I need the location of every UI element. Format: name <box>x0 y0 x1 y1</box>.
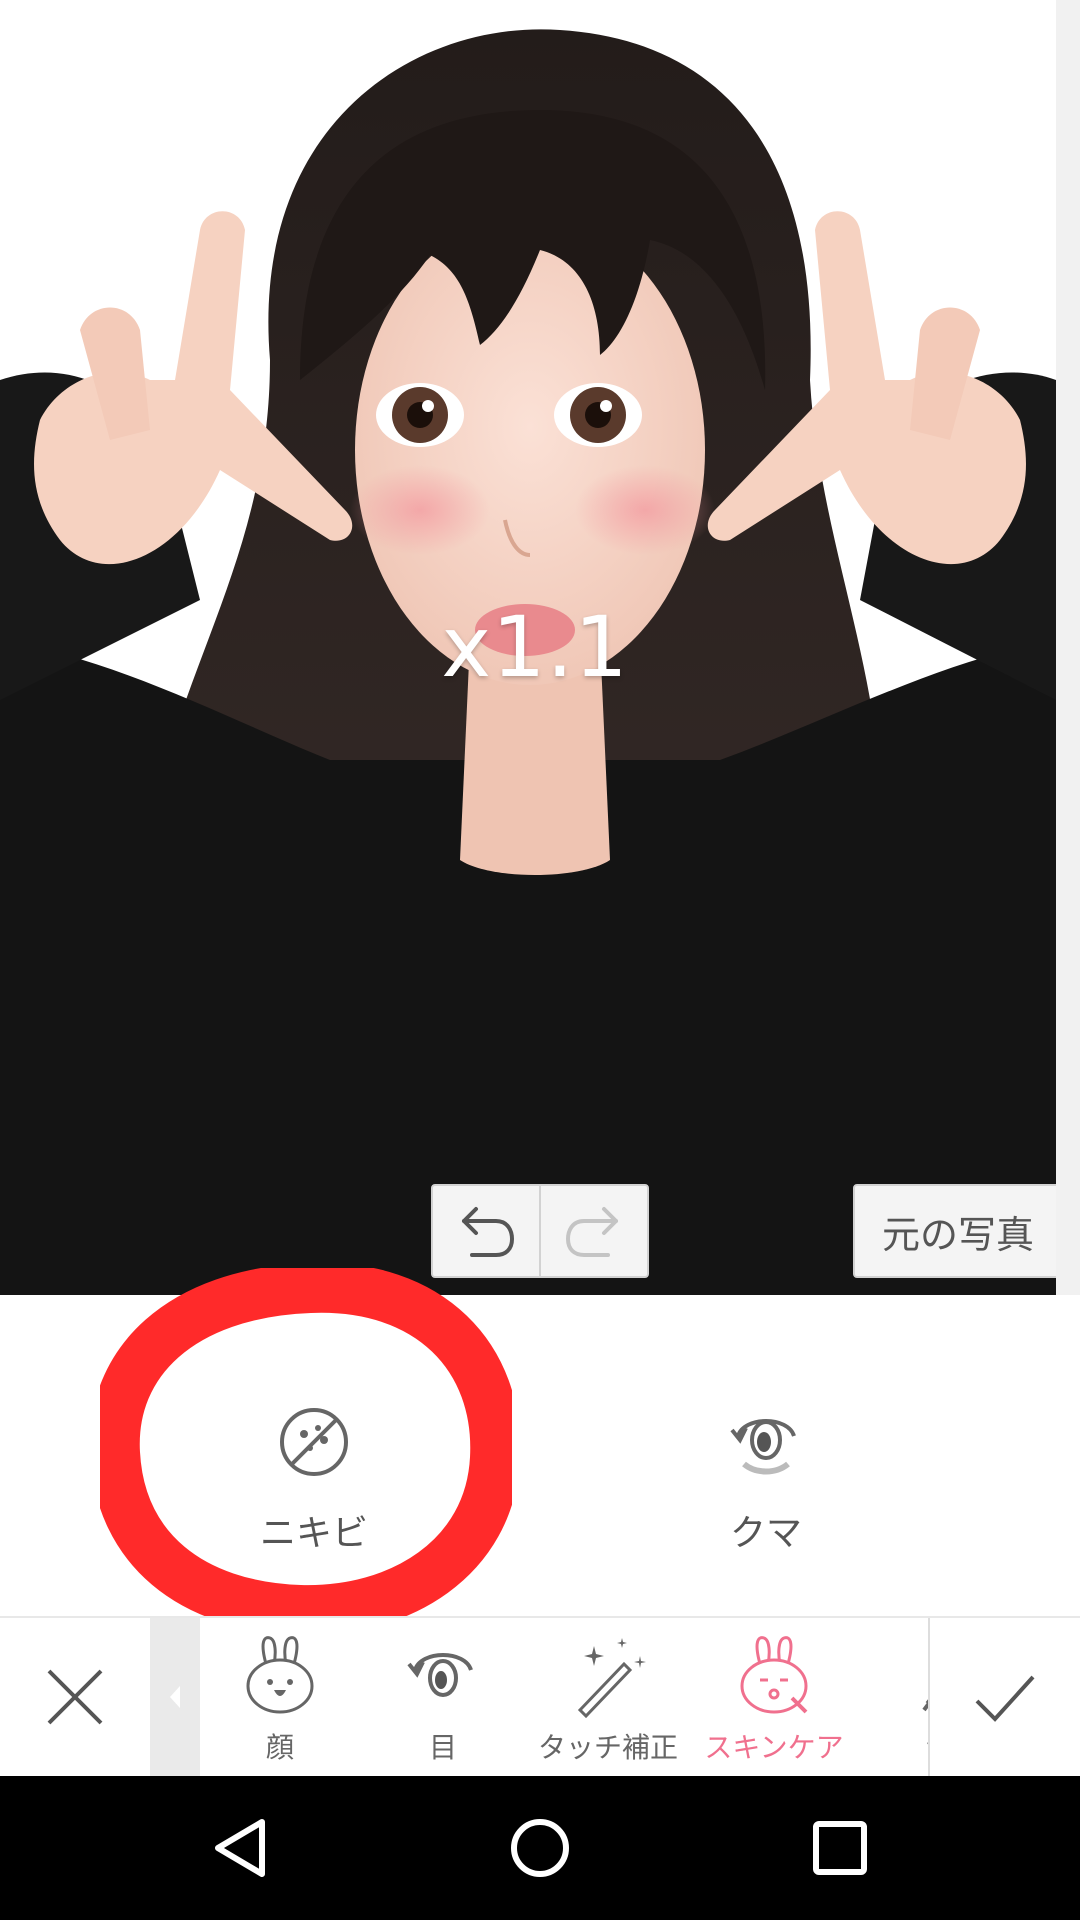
back-triangle-icon <box>215 1819 265 1877</box>
tool-face[interactable]: 顔 <box>200 1618 360 1776</box>
chevron-left-icon <box>170 1686 180 1708</box>
tool-skincare[interactable]: スキンケア <box>694 1618 854 1776</box>
redo-icon <box>565 1207 618 1257</box>
zoom-level-label: x1.1 <box>441 598 629 696</box>
system-navigation-bar <box>0 1776 1080 1920</box>
photo-canvas[interactable]: x1.1 元の写真 <box>0 0 1056 1295</box>
subtool-panel: ニキビ クマ <box>0 1296 1080 1616</box>
nav-recents-button[interactable] <box>794 1802 886 1894</box>
checkmark-icon <box>975 1675 1035 1722</box>
home-circle-icon <box>511 1819 569 1877</box>
tool-color[interactable]: 色 <box>860 1618 930 1776</box>
tool-touch-up-label: タッチ補正 <box>537 1731 678 1764</box>
eye-icon <box>407 1653 473 1697</box>
subtool-dark-circle[interactable]: クマ <box>646 1296 886 1616</box>
main-toolbar: 顔 目 タッチ補正 スキンケア <box>0 1616 1080 1776</box>
tool-strip: 顔 目 タッチ補正 スキンケア <box>200 1618 930 1776</box>
tool-eye[interactable]: 目 <box>363 1618 523 1776</box>
rabbit-skincare-icon <box>740 1636 808 1714</box>
tool-touch-up[interactable]: タッチ補正 <box>528 1618 688 1776</box>
pen-icon <box>922 1696 930 1712</box>
redo-button[interactable] <box>539 1186 647 1276</box>
nav-back-button[interactable] <box>194 1802 286 1894</box>
tool-face-label: 顔 <box>265 1731 294 1764</box>
undo-icon <box>462 1207 515 1257</box>
acne-icon <box>280 1408 348 1476</box>
subtool-dark-circle-label: クマ <box>729 1513 802 1554</box>
original-photo-button[interactable]: 元の写真 <box>853 1184 1056 1278</box>
close-icon <box>47 1669 103 1725</box>
tool-eye-label: 目 <box>428 1731 457 1764</box>
undo-button[interactable] <box>433 1186 539 1276</box>
photo-scrollbar <box>1056 0 1080 1295</box>
recents-square-icon <box>813 1821 867 1875</box>
subtool-acne-label: ニキビ <box>259 1513 368 1554</box>
tool-skincare-label: スキンケア <box>704 1731 844 1764</box>
rabbit-face-icon <box>246 1636 314 1714</box>
scroll-left-button[interactable] <box>150 1618 200 1776</box>
undo-redo-group <box>431 1184 649 1278</box>
magic-wand-icon <box>577 1638 646 1718</box>
cancel-button[interactable] <box>0 1618 150 1776</box>
nav-home-button[interactable] <box>494 1802 586 1894</box>
dark-circle-icon <box>730 1419 796 1475</box>
confirm-button[interactable] <box>930 1618 1080 1776</box>
subtool-acne[interactable]: ニキビ <box>194 1296 434 1616</box>
